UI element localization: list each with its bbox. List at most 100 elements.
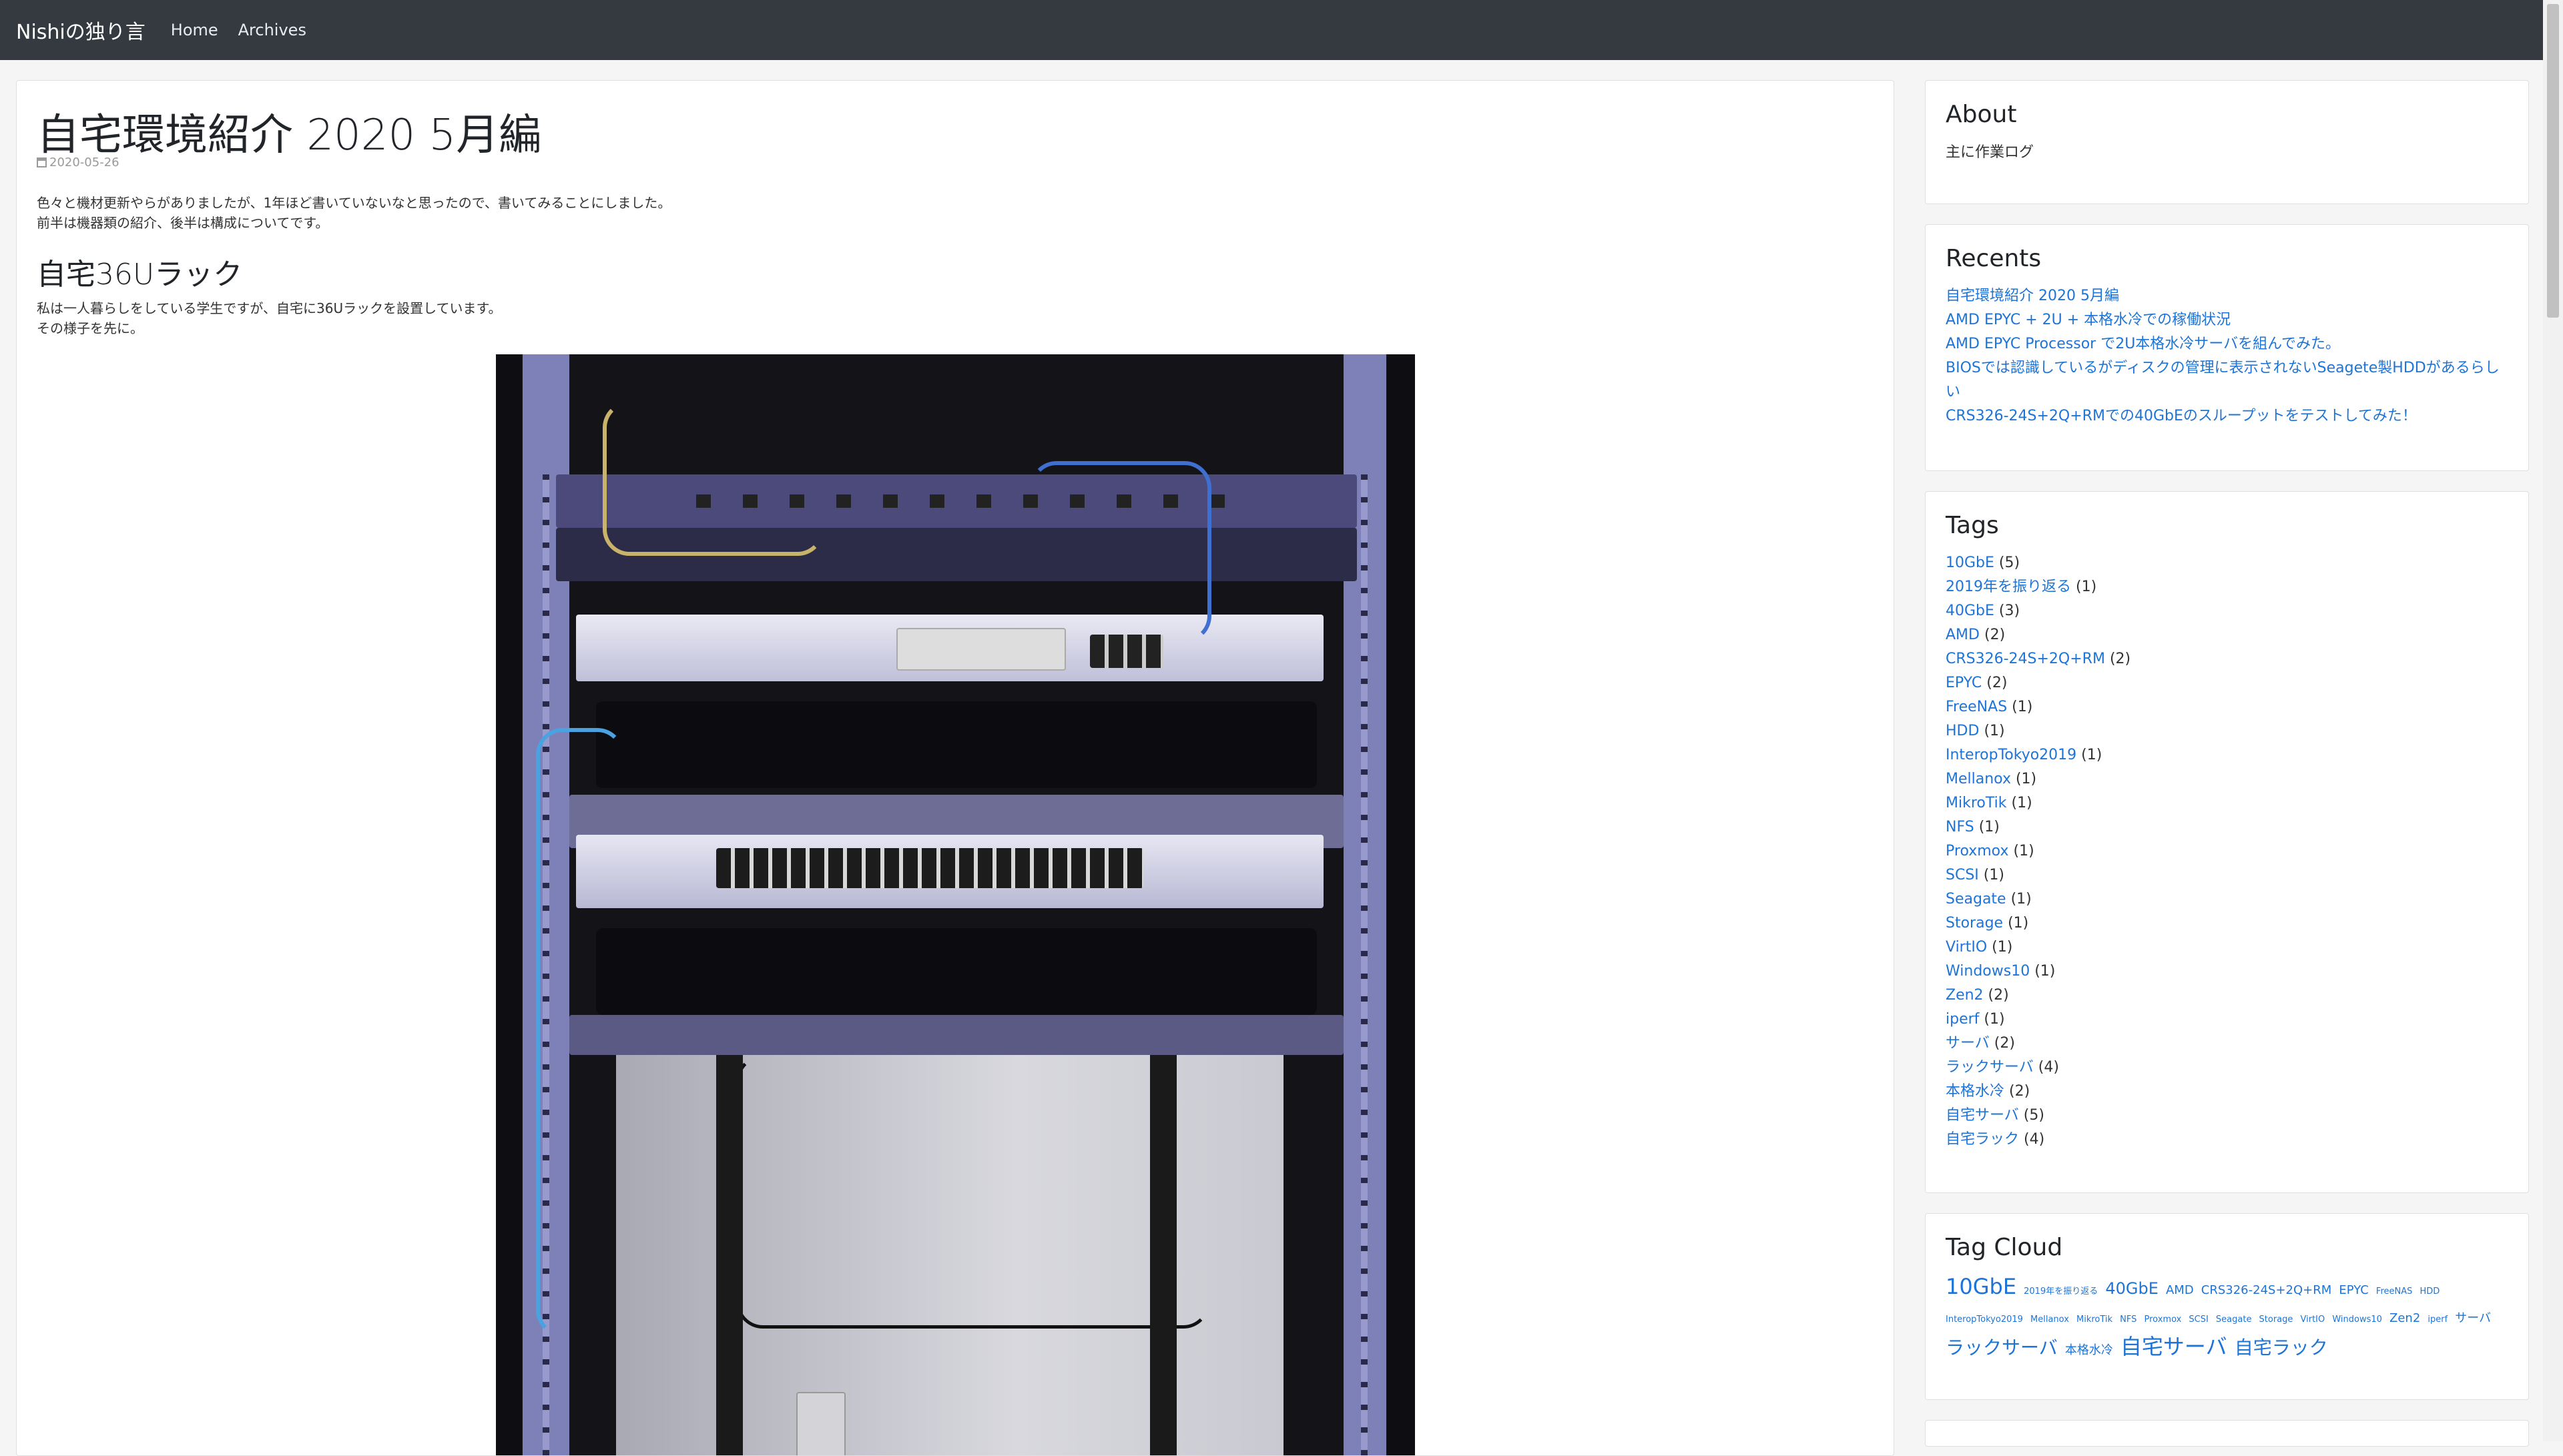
- tag-link[interactable]: 40GbE: [1946, 603, 1994, 619]
- tag-cloud: 10GbE 2019年を振り返る 40GbE AMD CRS326-24S+2Q…: [1946, 1273, 2508, 1364]
- tag-row: サーバ (2): [1946, 1032, 2508, 1056]
- tag-cloud-link[interactable]: HDD: [2419, 1287, 2440, 1297]
- tag-count: (1): [1978, 819, 2000, 835]
- section-title: 自宅36Uラック: [37, 258, 243, 292]
- tag-link[interactable]: SCSI: [1946, 867, 1979, 883]
- tag-cloud-title: Tag Cloud: [1946, 1234, 2063, 1261]
- tag-row: Seagate (1): [1946, 887, 2508, 912]
- recent-post-link[interactable]: AMD EPYC + 2U + 本格水冷での稼働状況: [1946, 308, 2508, 332]
- tag-count: (1): [2013, 843, 2034, 859]
- section-line: 私は一人暮らしをしている学生ですが、自宅に36Uラックを設置しています。: [37, 300, 502, 316]
- tag-cloud-link[interactable]: MikroTik: [2076, 1315, 2112, 1325]
- tag-cloud-link[interactable]: Mellanox: [2030, 1315, 2069, 1325]
- cable-loop-right: [1030, 461, 1211, 643]
- tag-cloud-link[interactable]: NFS: [2120, 1315, 2137, 1325]
- tag-cloud-link[interactable]: サーバ: [2455, 1311, 2491, 1325]
- tag-row: ラックサーバ (4): [1946, 1056, 2508, 1080]
- tag-link[interactable]: 2019年を振り返る: [1946, 579, 2071, 595]
- tag-link[interactable]: NFS: [1946, 819, 1974, 835]
- tag-link[interactable]: 本格水冷: [1946, 1083, 2004, 1100]
- tag-link[interactable]: 10GbE: [1946, 555, 1994, 571]
- post-intro: 色々と機材更新やらがありましたが、1年ほど書いていないなと思ったので、書いてみる…: [37, 193, 671, 233]
- tags-card: Tags 10GbE (5) 2019年を振り返る (1) 40GbE (3) AMD…: [1925, 491, 2529, 1193]
- recents-card: Recents 自宅環境紹介 2020 5月編 AMD EPYC + 2U + …: [1925, 224, 2529, 471]
- tag-link[interactable]: MikroTik: [1946, 795, 2006, 811]
- tag-link[interactable]: VirtIO: [1946, 939, 1987, 956]
- section-line: その様子を先に。: [37, 320, 144, 336]
- tag-cloud-link[interactable]: FreeNAS: [2376, 1287, 2412, 1297]
- navbar: Nishiの独り言 Home Archives: [0, 0, 2563, 60]
- tag-count: (1): [2034, 963, 2056, 980]
- tag-cloud-link[interactable]: EPYC: [2339, 1283, 2368, 1297]
- tag-row: MikroTik (1): [1946, 791, 2508, 815]
- tag-link[interactable]: iperf: [1946, 1011, 1979, 1028]
- brush-panel-lower: [596, 928, 1317, 1015]
- tag-link[interactable]: Proxmox: [1946, 843, 2008, 859]
- post-title[interactable]: 自宅環境紹介 2020 5月編: [37, 101, 541, 162]
- tag-link[interactable]: CRS326-24S+2Q+RM: [1946, 651, 2105, 667]
- tag-cloud-link[interactable]: 10GbE: [1946, 1274, 2016, 1299]
- tag-cloud-link[interactable]: Windows10: [2332, 1315, 2382, 1325]
- tag-link[interactable]: InteropTokyo2019: [1946, 747, 2076, 763]
- tag-cloud-link[interactable]: VirtIO: [2301, 1315, 2325, 1325]
- scrollbar-thumb[interactable]: [2547, 4, 2559, 318]
- tag-cloud-link[interactable]: 自宅サーバ: [2120, 1334, 2227, 1359]
- tag-row: 40GbE (3): [1946, 599, 2508, 623]
- tag-link[interactable]: ラックサーバ: [1946, 1059, 2034, 1076]
- rack-side-right: [1387, 354, 1415, 1455]
- site-brand[interactable]: Nishiの独り言: [16, 15, 146, 45]
- intro-line: 前半は機器類の紹介、後半は構成についてです。: [37, 215, 329, 231]
- recent-post-link[interactable]: 自宅環境紹介 2020 5月編: [1946, 284, 2508, 308]
- tag-cloud-link[interactable]: 40GbE: [2105, 1279, 2159, 1298]
- tag-cloud-link[interactable]: 本格水冷: [2065, 1343, 2113, 1357]
- tag-cloud-link[interactable]: InteropTokyo2019: [1946, 1315, 2023, 1325]
- recent-post-link[interactable]: BIOSでは認識しているがディスクの管理に表示されないSeagete製HDDがあ…: [1946, 356, 2508, 404]
- tag-count: (1): [2015, 771, 2037, 787]
- patch-port: [976, 494, 991, 508]
- tag-link[interactable]: HDD: [1946, 723, 1979, 739]
- tag-row: Storage (1): [1946, 912, 2508, 936]
- tag-link[interactable]: Windows10: [1946, 963, 2030, 980]
- tag-cloud-link[interactable]: ラックサーバ: [1946, 1337, 2058, 1359]
- about-title: About: [1946, 101, 2017, 128]
- tag-cloud-link[interactable]: Storage: [2259, 1315, 2293, 1325]
- nav-home-link[interactable]: Home: [171, 21, 218, 39]
- tag-cloud-link[interactable]: 自宅ラック: [2235, 1337, 2328, 1359]
- tag-cloud-card: Tag Cloud 10GbE 2019年を振り返る 40GbE AMD CRS…: [1925, 1213, 2529, 1400]
- cable-yellow: [603, 401, 824, 556]
- tag-cloud-link[interactable]: CRS326-24S+2Q+RM: [2201, 1283, 2332, 1297]
- tag-count: (5): [1998, 555, 2020, 571]
- recent-post-link[interactable]: AMD EPYC Processor で2U本格水冷サーバを組んでみた。: [1946, 332, 2508, 356]
- nav-archives-link[interactable]: Archives: [238, 21, 306, 39]
- patch-port: [930, 494, 944, 508]
- recents-title: Recents: [1946, 245, 2042, 272]
- recent-post-link[interactable]: CRS326-24S+2Q+RMでの40GbEのスループットをテストしてみた！: [1946, 404, 2508, 428]
- tag-cloud-link[interactable]: iperf: [2428, 1315, 2448, 1325]
- tag-link[interactable]: FreeNAS: [1946, 699, 2007, 715]
- tag-cloud-link[interactable]: 2019年を振り返る: [2024, 1287, 2098, 1297]
- patch-port: [1210, 494, 1225, 508]
- tag-link[interactable]: 自宅サーバ: [1946, 1107, 2019, 1124]
- tag-link[interactable]: Zen2: [1946, 987, 1984, 1004]
- tag-cloud-link[interactable]: AMD: [2166, 1283, 2194, 1297]
- tag-count: (4): [2024, 1131, 2045, 1148]
- tag-cloud-link[interactable]: Proxmox: [2144, 1315, 2181, 1325]
- tag-row: AMD (2): [1946, 623, 2508, 647]
- tag-cloud-link[interactable]: SCSI: [2189, 1315, 2208, 1325]
- tag-link[interactable]: Mellanox: [1946, 771, 2011, 787]
- tag-count: (1): [2008, 915, 2029, 932]
- tag-row: NFS (1): [1946, 815, 2508, 839]
- tag-row: HDD (1): [1946, 719, 2508, 743]
- tag-count: (5): [2023, 1107, 2044, 1124]
- tag-link[interactable]: Storage: [1946, 915, 2003, 932]
- tag-row: Mellanox (1): [1946, 767, 2508, 791]
- tag-link[interactable]: 自宅ラック: [1946, 1131, 2019, 1148]
- tag-link[interactable]: EPYC: [1946, 675, 1982, 691]
- page-scrollbar[interactable]: [2543, 0, 2563, 1441]
- tag-link[interactable]: Seagate: [1946, 891, 2006, 907]
- tag-cloud-link[interactable]: Zen2: [2389, 1311, 2420, 1325]
- brush-panel-upper: [596, 701, 1317, 788]
- tag-link[interactable]: サーバ: [1946, 1035, 1990, 1052]
- tag-link[interactable]: AMD: [1946, 627, 1980, 643]
- tag-cloud-link[interactable]: Seagate: [2216, 1315, 2252, 1325]
